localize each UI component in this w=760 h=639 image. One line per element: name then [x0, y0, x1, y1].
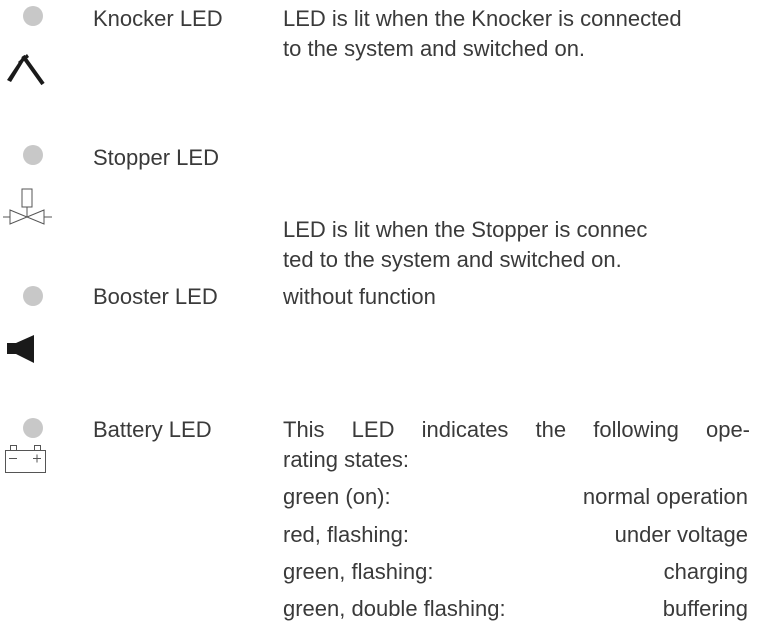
- knocker-led-desc-line-2: to the system and switched on.: [283, 36, 586, 61]
- knocker-led-desc-line-1: LED is lit when the Knocker is connected: [283, 6, 682, 31]
- knocker-led-indicator: [23, 6, 43, 26]
- battery-state-condition: green, flashing:: [283, 559, 434, 584]
- booster-led-label: Booster LED: [93, 284, 218, 309]
- stopper-led-indicator: [23, 145, 43, 165]
- booster-led-desc-line-1: without function: [283, 284, 436, 309]
- knocker-led-label: Knocker LED: [93, 6, 223, 31]
- stopper-led-desc-line-2: ted to the system and switched on.: [283, 247, 622, 272]
- battery-state-meaning: under voltage: [614, 522, 748, 547]
- stopper-led-desc-line-1: LED is lit when the Stopper is connec: [283, 217, 648, 242]
- battery-led-label: Battery LED: [93, 417, 212, 442]
- booster-led-indicator: [23, 286, 43, 306]
- battery-led-indicator: [23, 418, 43, 438]
- battery-state-meaning: buffering: [662, 596, 748, 621]
- battery-led-desc-line-1: This LED indicates the following ope-: [283, 417, 750, 442]
- hammer-icon: [7, 54, 45, 86]
- battery-state-row: green (on): normal operation: [283, 482, 748, 512]
- battery-state-condition: red, flashing:: [283, 522, 409, 547]
- valve-icon: [3, 188, 52, 225]
- stopper-led-label: Stopper LED: [93, 145, 219, 170]
- battery-state-row: green, double flashing: buffering: [283, 594, 748, 624]
- battery-state-condition: green, double flashing:: [283, 596, 506, 621]
- battery-state-row: red, flashing: under voltage: [283, 520, 748, 550]
- battery-state-condition: green (on):: [283, 484, 391, 509]
- battery-state-row: green, flashing: charging: [283, 557, 748, 587]
- battery-state-meaning: normal operation: [582, 484, 748, 509]
- battery-icon: [5, 445, 46, 473]
- battery-state-meaning: charging: [663, 559, 748, 584]
- battery-led-desc-line-2: rating states:: [283, 447, 409, 472]
- speaker-icon: [7, 335, 34, 363]
